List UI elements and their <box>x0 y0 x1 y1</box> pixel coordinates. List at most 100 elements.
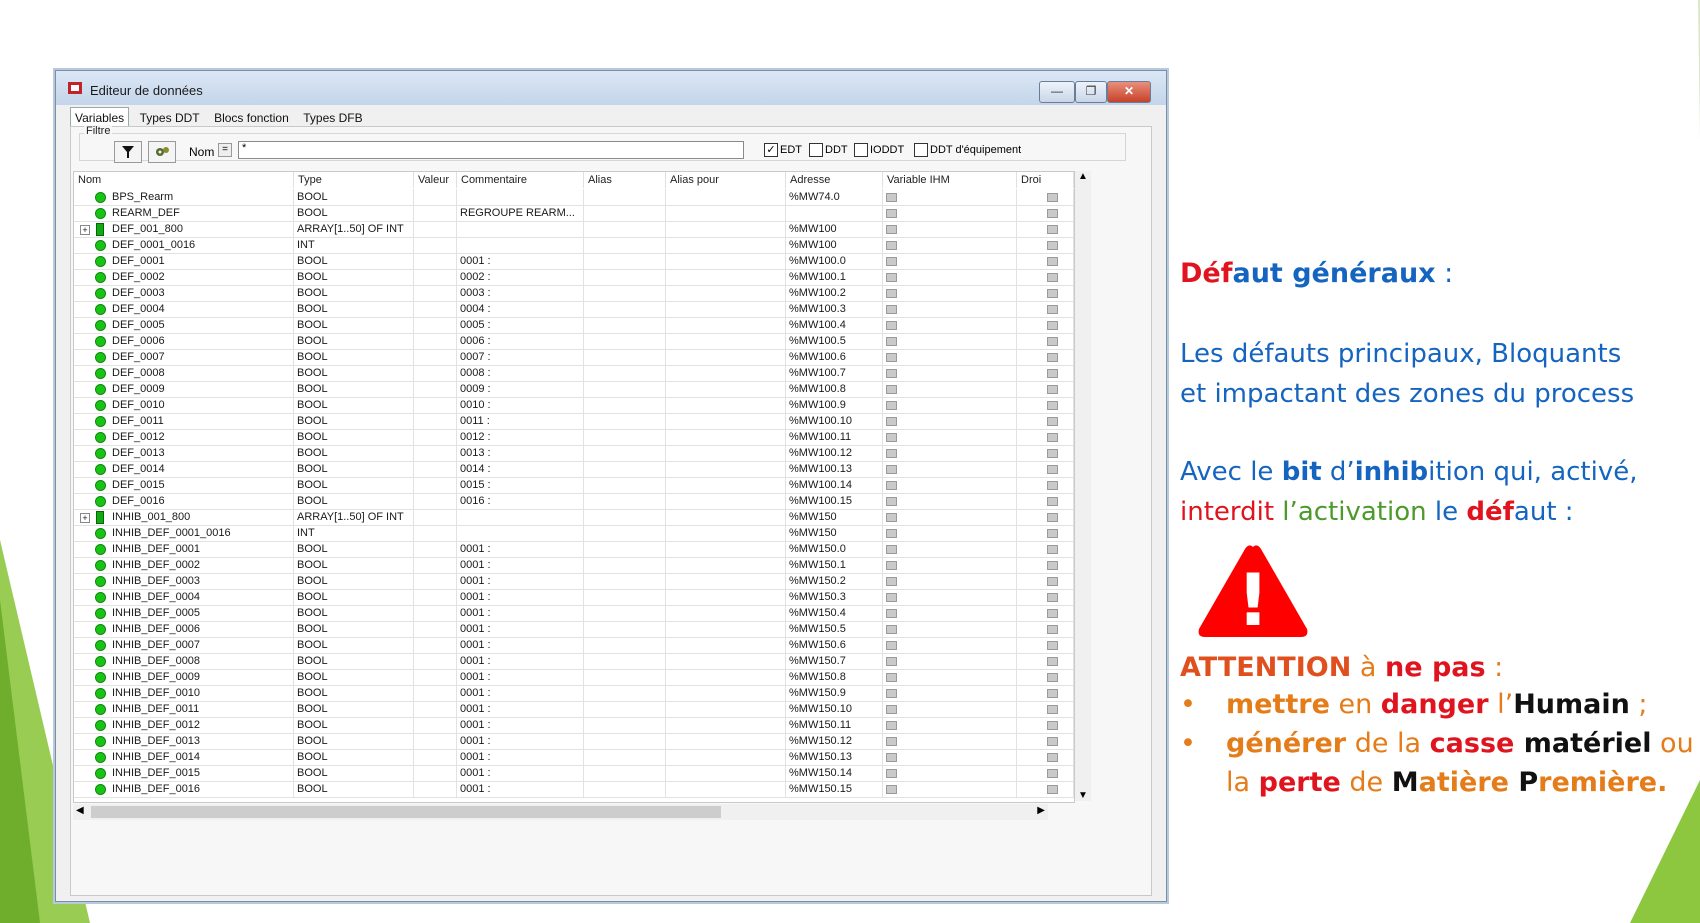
table-row[interactable]: INHIB_DEF_0010 BOOL 0001 : %MW150.9 <box>74 685 1074 702</box>
cell-addr[interactable]: %MW100.2 <box>786 285 883 301</box>
ddt-equipement-check-box[interactable] <box>914 143 928 157</box>
cell-name[interactable]: INHIB_DEF_0001 <box>74 541 294 557</box>
cell-type[interactable]: BOOL <box>294 253 414 269</box>
cell-addr[interactable]: %MW150.0 <box>786 541 883 557</box>
cell-value[interactable] <box>414 701 457 717</box>
table-row[interactable]: INHIB_DEF_0009 BOOL 0001 : %MW150.8 <box>74 669 1074 686</box>
rights-icon[interactable] <box>1047 480 1058 490</box>
cell-name[interactable]: DEF_0004 <box>74 301 294 317</box>
cell-value[interactable] <box>414 301 457 317</box>
cell-name[interactable]: DEF_0008 <box>74 365 294 381</box>
cell-rights[interactable] <box>1017 765 1074 781</box>
cell-rights[interactable] <box>1017 397 1074 413</box>
cell-comment[interactable] <box>457 237 584 253</box>
ihm-checkbox-icon[interactable] <box>886 528 897 538</box>
cell-value[interactable] <box>414 429 457 445</box>
cell-alias_for[interactable] <box>666 365 786 381</box>
col-header-valeur[interactable]: Valeur <box>414 172 457 188</box>
ihm-checkbox-icon[interactable] <box>886 672 897 682</box>
cell-name[interactable]: INHIB_DEF_0009 <box>74 669 294 685</box>
cell-name[interactable]: INHIB_DEF_0014 <box>74 749 294 765</box>
cell-rights[interactable] <box>1017 365 1074 381</box>
cell-addr[interactable]: %MW100.10 <box>786 413 883 429</box>
cell-comment[interactable]: 0001 : <box>457 541 584 557</box>
cell-value[interactable] <box>414 669 457 685</box>
cell-alias[interactable] <box>584 189 666 205</box>
cell-ihm[interactable] <box>883 573 1017 589</box>
ioddt-check-box[interactable] <box>854 143 868 157</box>
cell-name[interactable]: DEF_0012 <box>74 429 294 445</box>
ihm-checkbox-icon[interactable] <box>886 640 897 650</box>
table-row[interactable]: DEF_0012 BOOL 0012 : %MW100.11 <box>74 429 1074 446</box>
col-header-nom[interactable]: Nom <box>74 172 294 188</box>
cell-alias[interactable] <box>584 205 666 221</box>
cell-type[interactable]: BOOL <box>294 317 414 333</box>
ihm-checkbox-icon[interactable] <box>886 256 897 266</box>
ihm-checkbox-icon[interactable] <box>886 560 897 570</box>
cell-ihm[interactable] <box>883 477 1017 493</box>
ihm-checkbox-icon[interactable] <box>886 624 897 634</box>
cell-addr[interactable]: %MW150.12 <box>786 733 883 749</box>
cell-rights[interactable] <box>1017 413 1074 429</box>
cell-rights[interactable] <box>1017 669 1074 685</box>
cell-type[interactable]: ARRAY[1..50] OF INT <box>294 509 414 525</box>
cell-type[interactable]: ARRAY[1..50] OF INT <box>294 221 414 237</box>
cell-alias[interactable] <box>584 781 666 797</box>
cell-name[interactable]: DEF_0014 <box>74 461 294 477</box>
cell-comment[interactable]: 0002 : <box>457 269 584 285</box>
rights-icon[interactable] <box>1047 368 1058 378</box>
cell-alias_for[interactable] <box>666 221 786 237</box>
cell-rights[interactable] <box>1017 749 1074 765</box>
cell-comment[interactable]: REGROUPE REARM... <box>457 205 584 221</box>
cell-value[interactable] <box>414 221 457 237</box>
cell-alias_for[interactable] <box>666 749 786 765</box>
cell-ihm[interactable] <box>883 621 1017 637</box>
col-header-type[interactable]: Type <box>294 172 414 188</box>
ihm-checkbox-icon[interactable] <box>886 384 897 394</box>
table-row[interactable]: INHIB_DEF_0004 BOOL 0001 : %MW150.3 <box>74 589 1074 606</box>
table-row[interactable]: DEF_0011 BOOL 0011 : %MW100.10 <box>74 413 1074 430</box>
cell-alias_for[interactable] <box>666 781 786 797</box>
cell-value[interactable] <box>414 621 457 637</box>
cell-type[interactable]: INT <box>294 525 414 541</box>
cell-name[interactable]: INHIB_DEF_0003 <box>74 573 294 589</box>
table-row[interactable]: INHIB_DEF_0008 BOOL 0001 : %MW150.7 <box>74 653 1074 670</box>
cell-alias_for[interactable] <box>666 669 786 685</box>
cell-addr[interactable]: %MW100 <box>786 221 883 237</box>
table-row[interactable]: DEF_0003 BOOL 0003 : %MW100.2 <box>74 285 1074 302</box>
cell-name[interactable]: INHIB_DEF_0002 <box>74 557 294 573</box>
cell-name[interactable]: INHIB_DEF_0006 <box>74 621 294 637</box>
cell-name[interactable]: BPS_Rearm <box>74 189 294 205</box>
cell-rights[interactable] <box>1017 269 1074 285</box>
cell-name[interactable]: INHIB_DEF_0005 <box>74 605 294 621</box>
close-button[interactable]: ✕ <box>1107 81 1151 103</box>
ihm-checkbox-icon[interactable] <box>886 656 897 666</box>
cell-addr[interactable]: %MW150.2 <box>786 573 883 589</box>
cell-name[interactable]: + DEF_001_800 <box>74 221 294 237</box>
cell-value[interactable] <box>414 573 457 589</box>
col-header-adresse[interactable]: Adresse <box>786 172 883 188</box>
cell-name[interactable]: DEF_0016 <box>74 493 294 509</box>
ihm-checkbox-icon[interactable] <box>886 304 897 314</box>
rights-icon[interactable] <box>1047 576 1058 586</box>
ihm-checkbox-icon[interactable] <box>886 400 897 410</box>
table-row[interactable]: INHIB_DEF_0015 BOOL 0001 : %MW150.14 <box>74 765 1074 782</box>
cell-rights[interactable] <box>1017 461 1074 477</box>
cell-alias_for[interactable] <box>666 605 786 621</box>
cell-ihm[interactable] <box>883 525 1017 541</box>
table-row[interactable]: INHIB_DEF_0012 BOOL 0001 : %MW150.11 <box>74 717 1074 734</box>
rights-icon[interactable] <box>1047 784 1058 794</box>
ihm-checkbox-icon[interactable] <box>886 288 897 298</box>
table-row[interactable]: DEF_0013 BOOL 0013 : %MW100.12 <box>74 445 1074 462</box>
rights-icon[interactable] <box>1047 656 1058 666</box>
rights-icon[interactable] <box>1047 608 1058 618</box>
cell-comment[interactable]: 0001 : <box>457 621 584 637</box>
cell-alias_for[interactable] <box>666 413 786 429</box>
cell-alias[interactable] <box>584 573 666 589</box>
cell-addr[interactable]: %MW100.7 <box>786 365 883 381</box>
cell-addr[interactable]: %MW150.4 <box>786 605 883 621</box>
cell-addr[interactable]: %MW74.0 <box>786 189 883 205</box>
cell-alias_for[interactable] <box>666 685 786 701</box>
rights-icon[interactable] <box>1047 768 1058 778</box>
cell-ihm[interactable] <box>883 701 1017 717</box>
